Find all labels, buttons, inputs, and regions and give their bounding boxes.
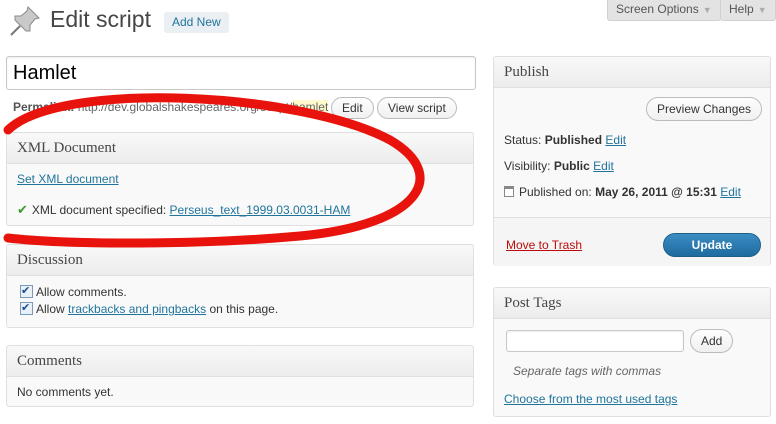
page-title: Edit script [50, 6, 151, 32]
post-tags-box: Post Tags Add Separate tags with commas … [493, 287, 771, 417]
permalink-slug[interactable]: hamlet [292, 100, 329, 114]
status-row: Status: Published Edit [504, 133, 626, 147]
edit-date-link[interactable]: Edit [720, 185, 741, 199]
tag-input[interactable] [506, 330, 684, 352]
allow-comments-checkbox[interactable] [20, 283, 33, 300]
discussion-heading[interactable]: Discussion [7, 245, 473, 276]
status-label: Status: [504, 133, 542, 147]
allow-prefix: Allow [36, 302, 65, 316]
tags-hint: Separate tags with commas [513, 364, 662, 378]
xml-document-box: XML Document Set XML document ✔ XML docum… [6, 132, 474, 226]
preview-changes-button[interactable]: Preview Changes [646, 97, 763, 121]
permalink-label: Permalink: [13, 100, 75, 114]
visibility-row: Visibility: Public Edit [504, 159, 614, 173]
discussion-box: Discussion Allow comments. Allow trackba… [6, 244, 474, 328]
post-title-input[interactable] [6, 56, 476, 90]
move-to-trash-link[interactable]: Move to Trash [506, 238, 582, 252]
allow-comments-label: Allow comments. [36, 285, 127, 299]
published-row: Published on: May 26, 2011 @ 15:31 Edit [504, 185, 741, 199]
publish-heading[interactable]: Publish [494, 57, 770, 88]
published-value: May 26, 2011 @ 15:31 [595, 185, 717, 199]
xml-specified-label: XML document specified: [31, 203, 167, 217]
edit-status-link[interactable]: Edit [605, 133, 626, 147]
xml-document-heading[interactable]: XML Document [7, 133, 473, 164]
edit-permalink-button[interactable]: Edit [331, 97, 374, 119]
post-tags-heading[interactable]: Post Tags [494, 288, 770, 319]
publish-box: Publish Preview Changes Status: Publishe… [493, 56, 771, 266]
permalink: Permalink: http://dev.globalshakespeares… [13, 100, 329, 114]
publish-actions: Move to Trash Update [494, 217, 770, 266]
screen-options-label: Screen Options [616, 2, 699, 16]
add-tag-button[interactable]: Add [690, 329, 734, 353]
calendar-icon [504, 186, 514, 197]
checkmark-icon: ✔ [17, 202, 28, 217]
permalink-base: http://dev.globalshakespeares.org/script… [77, 100, 293, 114]
comments-heading[interactable]: Comments [7, 346, 473, 377]
help-tab[interactable]: Help ▼ [720, 0, 776, 21]
edit-visibility-link[interactable]: Edit [593, 159, 614, 173]
set-xml-document-link[interactable]: Set XML document [17, 172, 119, 186]
pushpin-icon [10, 6, 40, 36]
view-script-button[interactable]: View script [377, 97, 457, 119]
chevron-down-icon: ▼ [702, 5, 712, 15]
allow-trackbacks-checkbox[interactable] [20, 300, 33, 317]
published-label: Published on: [519, 185, 592, 199]
allow-suffix: on this page. [209, 302, 279, 316]
no-comments-text: No comments yet. [17, 385, 114, 399]
chevron-down-icon: ▼ [757, 5, 767, 15]
update-button[interactable]: Update [663, 233, 761, 257]
screen-options-tab[interactable]: Screen Options ▼ [607, 0, 721, 21]
xml-document-link[interactable]: Perseus_text_1999.03.0031-HAM [170, 203, 351, 217]
add-new-button[interactable]: Add New [164, 12, 229, 33]
choose-most-used-tags-link[interactable]: Choose from the most used tags [504, 392, 677, 406]
comments-box: Comments No comments yet. [6, 345, 474, 407]
status-value: Published [544, 133, 603, 147]
visibility-label: Visibility: [504, 159, 551, 173]
help-label: Help [729, 2, 754, 16]
trackbacks-link[interactable]: trackbacks and pingbacks [68, 302, 206, 316]
visibility-value: Public [553, 159, 590, 173]
